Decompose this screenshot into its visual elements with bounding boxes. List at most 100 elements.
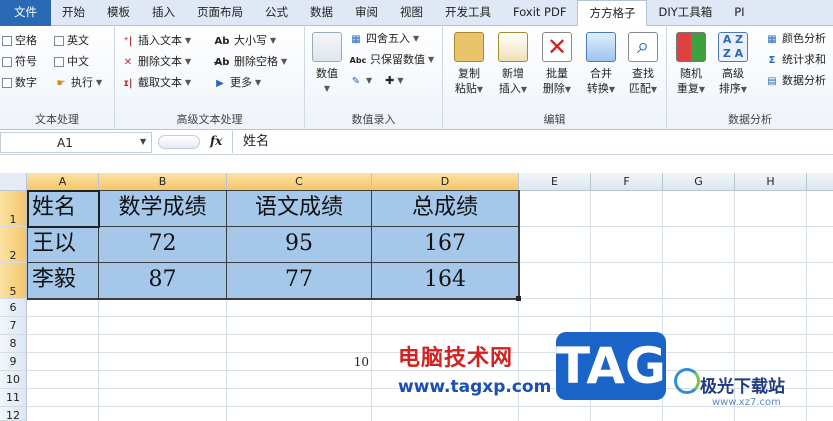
checkbox-icon: [54, 36, 64, 46]
column-header-e[interactable]: E: [519, 173, 591, 191]
batch-delete-button[interactable]: ✕ 批量 删除▼: [537, 30, 577, 110]
tab-formulas[interactable]: 公式: [254, 0, 299, 26]
row-header-12[interactable]: 12: [0, 407, 27, 421]
keep-value-icon: Abc: [349, 55, 367, 65]
group-label-advanced-text: 高级文本处理: [176, 113, 243, 126]
checkbox-space[interactable]: 空格: [2, 32, 37, 50]
delete-space-button[interactable]: A̶b 删除空格 ▼: [213, 53, 288, 71]
round-button[interactable]: ▦ 四舍五入 ▼: [349, 30, 419, 48]
fill-handle[interactable]: [516, 296, 521, 301]
column-header-b[interactable]: B: [99, 173, 227, 191]
cell-d2[interactable]: 167: [372, 227, 519, 263]
cell-c1[interactable]: 语文成绩: [227, 191, 372, 227]
row-header-11[interactable]: 11: [0, 389, 27, 407]
cell-b1[interactable]: 数学成绩: [99, 191, 227, 227]
plus-icon[interactable]: ✚: [385, 72, 394, 90]
watermark-url: www.tagxp.com: [398, 377, 552, 397]
chevron-down-icon: ▼: [96, 78, 103, 87]
random-grid-icon: [676, 32, 706, 62]
row-header-1[interactable]: 1: [0, 191, 27, 227]
stat-sum-button[interactable]: Σ 统计求和: [765, 51, 826, 69]
more-button[interactable]: ▶ 更多 ▼: [213, 74, 261, 92]
chevron-down-icon[interactable]: ▼: [140, 137, 146, 146]
color-analysis-button[interactable]: ▦ 颜色分析: [765, 30, 826, 48]
tab-data[interactable]: 数据: [299, 0, 344, 26]
group-label-edit: 编辑: [543, 113, 566, 126]
row-header-8[interactable]: 8: [0, 335, 27, 353]
formula-resize-handle[interactable]: [158, 135, 200, 149]
find-match-button[interactable]: ⌕ 查找 匹配▼: [623, 30, 663, 110]
fx-icon[interactable]: fx: [210, 134, 222, 148]
column-header-partial[interactable]: [807, 173, 833, 191]
cell-b5[interactable]: 87: [99, 263, 227, 299]
advanced-sort-button[interactable]: A ZZ A 高级 排序▼: [713, 30, 753, 110]
aurora-logo-icon: [674, 368, 700, 394]
tab-home[interactable]: 开始: [51, 0, 96, 26]
row-header-9[interactable]: 9: [0, 353, 27, 371]
chevron-down-icon: ▼: [650, 85, 658, 94]
extract-text-button[interactable]: ɪ| 截取文本 ▼: [121, 74, 191, 92]
delete-space-icon: A̶b: [214, 56, 230, 68]
group-label-text-processing: 文本处理: [35, 113, 79, 126]
row-header-6[interactable]: 6: [0, 299, 27, 317]
tab-pdf-partial[interactable]: PI: [723, 0, 755, 26]
random-repeat-button[interactable]: 随机 重复▼: [671, 30, 711, 110]
merge-convert-button[interactable]: 合并 转换▼: [581, 30, 621, 110]
group-advanced-text: ⁺| 插入文本 ▼ ✕ 删除文本 ▼ ɪ| 截取文本 ▼ Ab 大小写 ▼ A̶b 删除空格 ▼ ▶…: [115, 26, 305, 130]
delete-text-icon: ✕: [123, 56, 133, 68]
checkbox-number[interactable]: 数字: [2, 74, 37, 92]
column-header-f[interactable]: F: [591, 173, 663, 191]
cell-a2[interactable]: 王以: [28, 227, 99, 263]
cell-d1[interactable]: 总成绩: [372, 191, 519, 227]
cell-c5[interactable]: 77: [227, 263, 372, 299]
cell-b2[interactable]: 72: [99, 227, 227, 263]
new-insert-button[interactable]: 新增 插入▼: [493, 30, 533, 110]
column-header-d[interactable]: D: [372, 173, 519, 191]
formula-input[interactable]: 姓名: [232, 131, 833, 153]
case-button[interactable]: Ab 大小写 ▼: [213, 32, 277, 50]
data-analysis-button[interactable]: ▤ 数据分析: [765, 72, 826, 90]
row-header-2[interactable]: 2: [0, 227, 27, 263]
tab-diy-toolbox[interactable]: DIY工具箱: [647, 0, 723, 26]
name-box[interactable]: A1: [0, 132, 152, 153]
cell-c2[interactable]: 95: [227, 227, 372, 263]
tab-review[interactable]: 审阅: [344, 0, 389, 26]
tab-template[interactable]: 模板: [96, 0, 141, 26]
cell-a1[interactable]: 姓名: [28, 191, 99, 227]
execute-button[interactable]: ☛ 执行 ▼: [54, 74, 103, 92]
empty-grid-right[interactable]: [519, 191, 833, 299]
edit-small-button[interactable]: ✎ ▼ ✚ ▼: [349, 72, 404, 90]
group-label-data-analysis: 数据分析: [728, 113, 772, 126]
tab-developer[interactable]: 开发工具: [434, 0, 502, 26]
row-header-5[interactable]: 5: [0, 263, 27, 299]
watermark-site-cn: 极光下载站: [700, 377, 785, 397]
tab-foxit-pdf[interactable]: Foxit PDF: [502, 0, 577, 26]
tab-insert[interactable]: 插入: [141, 0, 186, 26]
tab-view[interactable]: 视图: [389, 0, 434, 26]
keep-value-button[interactable]: Abc 只保留数值 ▼: [349, 51, 435, 69]
tab-fangfang-gezi[interactable]: 方方格子: [577, 0, 648, 27]
chevron-down-icon: ▼: [185, 78, 192, 87]
checkbox-chinese[interactable]: 中文: [54, 53, 89, 71]
delete-text-button[interactable]: ✕ 删除文本 ▼: [121, 53, 191, 71]
column-header-h[interactable]: H: [735, 173, 807, 191]
ribbon: 空格 英文 符号 中文 数字 ☛ 执行 ▼ 文本处理 ⁺| 插入文本 ▼ ✕ 删除文本 ▼ …: [0, 26, 833, 130]
cell-a5[interactable]: 李毅: [28, 263, 99, 299]
tab-file[interactable]: 文件: [0, 0, 51, 26]
select-all-corner[interactable]: [0, 173, 27, 191]
column-header-c[interactable]: C: [227, 173, 372, 191]
column-header-a[interactable]: A: [27, 173, 99, 191]
chevron-down-icon: ▼: [323, 84, 331, 93]
cell-c9[interactable]: 10: [227, 353, 371, 371]
cell-d5[interactable]: 164: [372, 263, 519, 299]
checkbox-english[interactable]: 英文: [54, 32, 89, 50]
column-header-g[interactable]: G: [663, 173, 735, 191]
tab-page-layout[interactable]: 页面布局: [186, 0, 254, 26]
insert-text-button[interactable]: ⁺| 插入文本 ▼: [121, 32, 192, 50]
chevron-down-icon: ▼: [397, 76, 404, 85]
row-header-10[interactable]: 10: [0, 371, 27, 389]
copy-paste-button[interactable]: 复制 粘贴▼: [449, 30, 489, 110]
value-button[interactable]: 数值 ▼: [307, 30, 347, 110]
checkbox-symbol[interactable]: 符号: [2, 53, 37, 71]
row-header-7[interactable]: 7: [0, 317, 27, 335]
